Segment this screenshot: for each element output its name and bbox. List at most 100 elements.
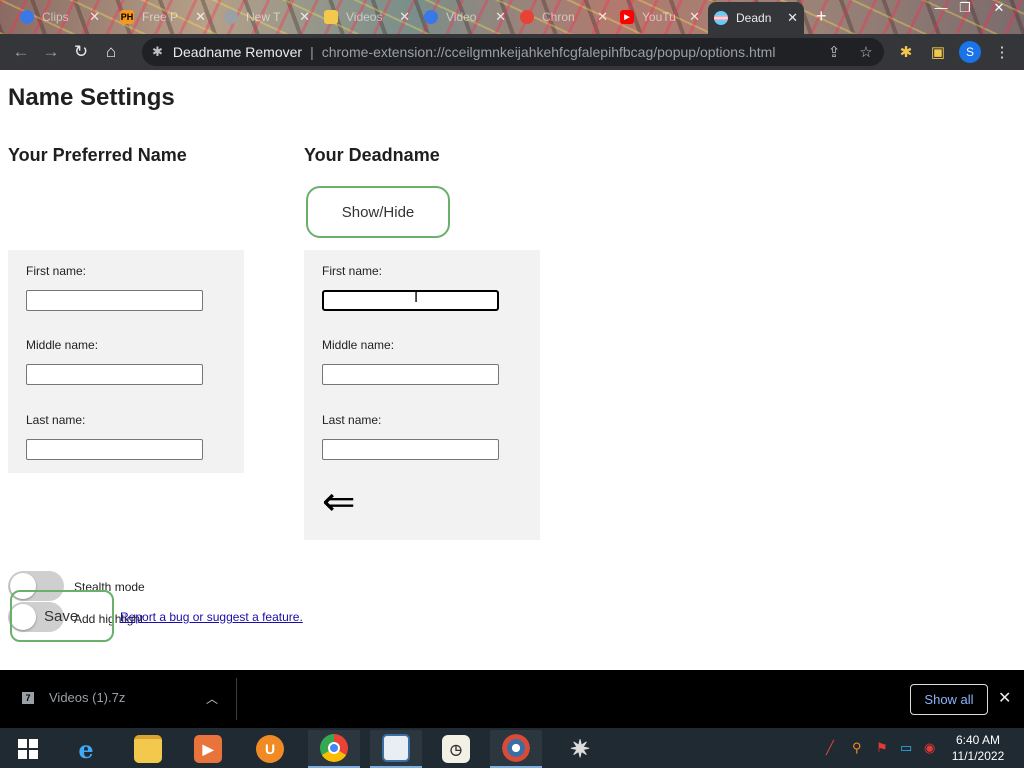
start-button[interactable]	[2, 730, 54, 768]
display-tray-icon[interactable]: ▭	[900, 740, 912, 756]
gear-icon: ✷	[569, 735, 591, 763]
youtube-icon: ▶	[620, 10, 634, 24]
chrome-icon	[224, 10, 238, 24]
search-tray-icon[interactable]: ⚲	[852, 740, 862, 756]
reload-icon[interactable]: ↻	[66, 37, 96, 67]
divider	[236, 678, 237, 720]
preferred-middle-label: Middle name:	[26, 338, 99, 352]
text-cursor-icon: I	[414, 290, 419, 306]
chevron-up-icon[interactable]: ︿	[206, 690, 218, 707]
folder-icon	[324, 10, 338, 24]
new-tab-button[interactable]: +	[816, 6, 827, 27]
taskbar-clock-app[interactable]: ◷	[430, 730, 482, 768]
taskbar-clock[interactable]: 6:40 AM 11/1/2022	[946, 732, 1010, 764]
tab-video[interactable]: Video ✕	[418, 4, 512, 30]
clipchamp-icon	[20, 10, 34, 24]
compass-app-icon	[502, 734, 530, 762]
close-window-icon[interactable]: ✕	[984, 0, 1014, 20]
deadname-middle-name-input[interactable]	[322, 364, 499, 385]
deadname-first-name-input[interactable]	[322, 290, 499, 311]
side-panel-icon[interactable]: ▣	[926, 40, 950, 64]
tab-strip: Clips ✕ PH Free P ✕ New T ✕ Videos ✕ Vid…	[0, 0, 1024, 34]
deadname-heading: Your Deadname	[304, 145, 440, 165]
preferred-last-name-input[interactable]	[26, 439, 203, 460]
bookmark-star-icon[interactable]: ☆	[854, 40, 878, 64]
preferred-last-label: Last name:	[26, 413, 86, 427]
uc-browser-icon: U	[256, 735, 284, 763]
page-title: Name Settings	[8, 84, 175, 111]
chrome-webstore-icon	[520, 10, 534, 24]
tab-chrome-webstore[interactable]: Chron ✕	[514, 4, 614, 30]
trans-flag-icon	[714, 11, 728, 25]
save-button[interactable]: Save	[10, 590, 114, 642]
show-all-button[interactable]: Show all	[910, 684, 988, 715]
clipchamp-icon	[424, 10, 438, 24]
menu-kebab-icon[interactable]: ⋮	[990, 40, 1014, 64]
close-tab-icon[interactable]: ✕	[83, 9, 100, 25]
tab-clips[interactable]: Clips ✕	[14, 4, 106, 30]
clock-app-icon: ◷	[442, 735, 470, 763]
preferred-first-label: First name:	[26, 264, 87, 278]
download-filename: Videos (1).7z	[49, 690, 126, 705]
tab-free-p[interactable]: PH Free P ✕	[114, 4, 212, 30]
profile-avatar[interactable]: S	[959, 41, 981, 63]
windows-logo-icon	[18, 739, 38, 759]
restore-icon[interactable]: ❐	[950, 0, 980, 20]
forward-arrow-icon[interactable]: →	[36, 37, 66, 67]
record-tray-icon[interactable]: ◉	[924, 740, 935, 756]
deadname-middle-label: Middle name:	[322, 338, 395, 352]
download-item[interactable]: 7 Videos (1).7z	[22, 690, 125, 705]
preferred-middle-name-input[interactable]	[26, 364, 203, 385]
home-icon[interactable]: ⌂	[96, 37, 126, 67]
report-bug-link[interactable]: Report a bug or suggest a feature.	[120, 610, 303, 624]
deadname-last-name-input[interactable]	[322, 439, 499, 460]
flag-tray-icon[interactable]: ⚑	[876, 740, 888, 756]
clock-time: 6:40 AM	[955, 733, 1001, 747]
taskbar-settings-app[interactable]: ✷	[554, 730, 606, 768]
chrome-icon	[320, 734, 348, 762]
document-icon	[382, 734, 410, 762]
tab-deadname-active[interactable]: Deadn ✕	[708, 2, 804, 34]
clock-date: 11/1/2022	[951, 749, 1005, 763]
extensions-puzzle-icon[interactable]: ✱	[894, 40, 918, 64]
options-page: Name Settings Your Preferred Name Your D…	[0, 70, 1024, 670]
ph-icon: PH	[120, 10, 134, 24]
media-player-icon: ▶	[194, 735, 222, 763]
taskbar-uc-browser[interactable]: U	[244, 730, 296, 768]
download-shelf: 7 Videos (1).7z ︿ Show all ✕	[0, 670, 1024, 728]
file-explorer-icon	[134, 735, 162, 763]
deadname-last-label: Last name:	[322, 413, 382, 427]
add-deadname-arrow-icon[interactable]: ⇐	[322, 482, 356, 522]
taskbar-chrome[interactable]	[308, 730, 360, 768]
preferred-name-panel: First name: Middle name: Last name:	[8, 250, 244, 473]
extension-puzzle-icon: ✱	[152, 44, 163, 59]
taskbar-file-explorer[interactable]	[122, 730, 174, 768]
tab-videos[interactable]: Videos ✕	[318, 4, 416, 30]
taskbar-document[interactable]	[370, 730, 422, 768]
pen-tray-icon[interactable]: ╱	[826, 740, 834, 756]
preferred-name-heading: Your Preferred Name	[8, 145, 187, 165]
back-arrow-icon[interactable]: ←	[6, 37, 36, 67]
show-hide-button[interactable]: Show/Hide	[306, 186, 450, 238]
taskbar-media-player[interactable]: ▶	[182, 730, 234, 768]
close-tab-icon[interactable]: ✕	[591, 9, 608, 25]
close-tab-icon[interactable]: ✕	[393, 9, 410, 25]
taskbar-app-compass[interactable]	[490, 730, 542, 768]
taskbar-internet-explorer[interactable]: e	[60, 730, 112, 768]
close-tab-icon[interactable]: ✕	[293, 9, 310, 25]
close-shelf-icon[interactable]: ✕	[998, 688, 1011, 708]
save-label: Save	[44, 607, 79, 625]
close-tab-icon[interactable]: ✕	[781, 10, 798, 26]
deadname-first-label: First name:	[322, 264, 383, 278]
close-tab-icon[interactable]: ✕	[489, 9, 506, 25]
7z-file-icon: 7	[22, 691, 34, 704]
preferred-first-name-input[interactable]	[26, 290, 203, 311]
tab-new-tab[interactable]: New T ✕	[218, 4, 316, 30]
internet-explorer-icon: e	[78, 734, 94, 764]
address-bar[interactable]: ✱ Deadname Remover | chrome-extension://…	[142, 38, 884, 66]
windows-taskbar: e ▶ U ◷ ✷	[0, 728, 1024, 768]
tab-youtube[interactable]: ▶ YouTu ✕	[614, 4, 706, 30]
share-icon[interactable]: ⇪	[822, 40, 846, 64]
close-tab-icon[interactable]: ✕	[683, 9, 700, 25]
close-tab-icon[interactable]: ✕	[189, 9, 206, 25]
